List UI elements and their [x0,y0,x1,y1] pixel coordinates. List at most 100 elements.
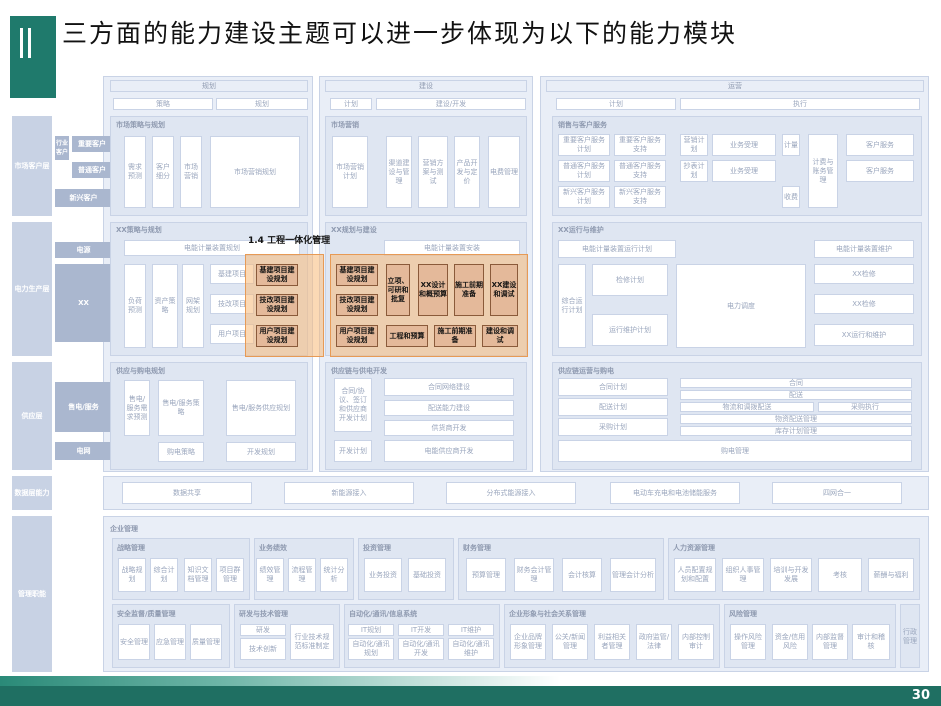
side-sub-new: 新兴客户 [55,189,112,207]
cell: 管理会计分析 [610,558,656,592]
section-title: XX策略与规划 [116,226,162,234]
highlight-cell: 立项、可研和批复 [386,264,410,316]
cell: 综合运行计划 [558,264,586,348]
cell: 审计和稽核 [852,624,890,660]
title-badge [10,16,56,98]
cell: 人员配置规划和配置 [674,558,716,592]
section-title: 财务管理 [463,544,491,552]
title-badge-mark-2 [28,28,31,58]
side-sub-xx: XX [55,264,112,342]
cell: 政府监管/法律 [636,624,672,660]
cell: 电能计量装置维护 [814,240,914,258]
cell: 行业技术规范标准制定 [290,624,334,660]
cell: 重要客户服务计划 [558,134,610,156]
cell: 配送能力建设 [384,400,514,416]
side-label-mgmt: 管理职能 [12,516,52,672]
cell: 应急管理 [154,624,186,660]
cell: 电能计量装置运行计划 [558,240,676,258]
highlight-cell: 基建项目建设规划 [256,264,298,286]
cell: 市场营销规划 [210,136,300,208]
cell: 新兴客户服务支持 [614,186,666,208]
section-title: 销售与客户服务 [558,121,607,129]
cell: 售电/服务供应规划 [226,380,296,436]
cell: 财务会计管理 [514,558,554,592]
cell: 组织人事管理 [722,558,764,592]
cell: XX检修 [814,264,914,284]
page-number: 30 [911,688,930,703]
cell: 物流和调拨配送 [680,402,814,412]
cell: 利益相关者管理 [594,624,630,660]
section-title: 企业管理 [110,525,138,533]
cell: 会计核算 [562,558,602,592]
sub-header: 计划 [556,98,676,110]
cell: 电能供应商开发 [384,440,514,462]
cell: 合同/协议、签订和供应商开发计划 [334,378,372,432]
cell: 采购计划 [558,418,668,436]
cell: 营销计划 [680,134,708,156]
cell: 售电/服务策略 [158,380,204,436]
cell: 数据共享 [122,482,252,504]
col-header-build: 建设 [325,80,527,92]
cell: IT规划 [348,624,394,636]
cell: 计费与账务管理 [808,134,838,208]
cell: 考核 [818,558,862,592]
cell: 开发规划 [226,442,296,462]
title-badge-mark [20,28,23,58]
cell: 产品开发与定价 [454,136,480,208]
cell: 配送 [680,390,912,400]
cell: 知识文档管理 [184,558,212,592]
section-title: 自动化/通讯/信息系统 [349,610,418,618]
highlight-cell: 施工前期准备 [454,264,484,316]
footer-bar [0,686,941,706]
cell: 自动化/通讯维护 [448,638,494,660]
cell: 绩效管理 [256,558,284,592]
cell: 客户服务 [846,134,914,156]
cell: 普通客户服务支持 [614,160,666,182]
cell: 检修计划 [592,264,668,296]
cell: 基础投资 [408,558,446,592]
cell: 市场营销 [180,136,202,208]
highlight-cell: 工程和预算 [386,325,428,347]
cell: 业务投资 [364,558,402,592]
section-title: XX规划与建设 [331,226,377,234]
highlight-cell: 技改项目建设规划 [256,294,298,316]
side-label-market: 市场客户层 [12,116,52,216]
section-title: 研发与技术管理 [239,610,288,618]
cell: 战略规划 [118,558,146,592]
cell: 电费管理 [488,136,520,208]
highlight-title: 1.4 工程一体化管理 [248,236,331,246]
cell: 开发计划 [334,440,372,462]
side-label-supply: 供应层 [12,362,52,470]
highlight-cell: XX建设和调试 [490,264,518,316]
cell: 内部监督管理 [812,624,848,660]
cell: 安全管理 [118,624,150,660]
cell: 质量管理 [190,624,222,660]
cell: 新兴客户服务计划 [558,186,610,208]
cell: 分布式能源接入 [446,482,576,504]
cell: 行政管理 [902,612,918,662]
cell: 普通客户服务计划 [558,160,610,182]
cell: 自动化/通讯开发 [398,638,444,660]
cell: 研发 [240,624,286,636]
cell: 企业品牌形象管理 [510,624,546,660]
side-sub-key: 重要客户 [72,136,112,152]
cell: 操作风险管理 [730,624,766,660]
highlight-cell: 基建项目建设规划 [336,264,378,286]
cell: 渠道建设与管理 [386,136,412,208]
side-sub-sales: 售电/服务 [55,382,112,432]
cell: 市场营销计划 [332,136,368,208]
cell: 资金/信用风险 [772,624,808,660]
cell: 收费 [782,186,800,208]
cell: 培训与开发发展 [770,558,812,592]
cell: 业务受理 [712,134,776,156]
cell: 供货商开发 [384,420,514,436]
side-sub-normal: 普通客户 [72,162,112,178]
section-title: 投资管理 [363,544,391,552]
highlight-cell: 用户项目建设规划 [336,325,378,347]
cell: 薪酬与福利 [868,558,914,592]
cell: 合同网络建设 [384,378,514,396]
section-title: 市场营销 [331,121,359,129]
cell: 物资配送管理 [680,414,912,424]
section-title: 战略管理 [117,544,145,552]
cell: 内部控制审计 [678,624,714,660]
